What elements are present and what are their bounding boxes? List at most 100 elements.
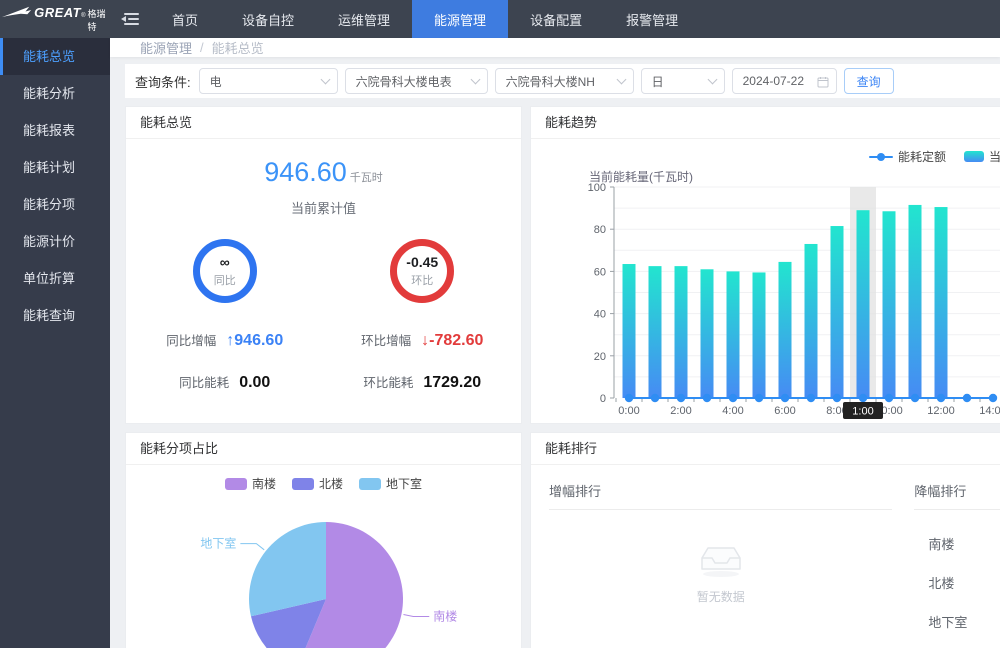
svg-text:80: 80 xyxy=(594,224,606,236)
ranking-card-title: 能耗排行 xyxy=(531,433,1000,465)
mom-energy-value: 1729.20 xyxy=(423,374,481,392)
sidebar-item-energy-overview[interactable]: 能耗总览 xyxy=(0,38,110,75)
overview-card-title: 能耗总览 xyxy=(126,107,521,139)
sidebar-item-energy-report[interactable]: 能耗报表 xyxy=(0,112,110,149)
chevron-down-icon xyxy=(616,75,626,85)
svg-text:0:00: 0:00 xyxy=(618,405,639,417)
legend-basement[interactable]: 地下室 xyxy=(359,475,422,492)
yoy-growth-label: 同比增幅 xyxy=(166,330,216,349)
cumulative-value: 946.60 xyxy=(264,157,347,187)
sidebar-item-energy-plan[interactable]: 能耗计划 xyxy=(0,149,110,186)
swatch-icon xyxy=(225,478,247,490)
yoy-growth-value: ↑946.60 xyxy=(226,332,283,350)
mom-energy-label: 环比能耗 xyxy=(363,372,413,391)
empty-text: 暂无数据 xyxy=(697,588,745,605)
nav-item-device-autocontrol[interactable]: 设备自控 xyxy=(220,0,316,38)
trend-bar-chart[interactable]: 0204060801000:002:004:006:008:0010:0012:… xyxy=(531,183,1000,431)
svg-text:20: 20 xyxy=(594,351,606,363)
svg-text:南楼: 南楼 xyxy=(433,609,457,624)
empty-state: 暂无数据 xyxy=(549,536,892,605)
nav-item-energy-management[interactable]: 能源管理 xyxy=(412,0,508,38)
chevron-down-icon xyxy=(707,75,717,85)
topbar: GREAT®格瑞特 首页 设备自控 运维管理 能源管理 设备配置 报警管理 xyxy=(0,0,1000,38)
yoy-ring: ∞ 同比 xyxy=(193,239,257,303)
meter-select[interactable]: 六院骨科大楼电表 xyxy=(345,68,488,94)
pie-legend: 南楼 北楼 地下室 xyxy=(126,465,521,492)
logo-chinese: 格瑞特 xyxy=(88,7,110,33)
period-select[interactable]: 日 xyxy=(641,68,725,94)
logo-great: GREAT xyxy=(34,5,81,20)
building-select[interactable]: 六院骨科大楼NH xyxy=(495,68,634,94)
mom-ring-value: -0.45 xyxy=(406,254,438,270)
yoy-ring-value: ∞ xyxy=(220,254,230,270)
svg-text:地下室: 地下室 xyxy=(200,536,236,551)
nav-item-alarm-management[interactable]: 报警管理 xyxy=(604,0,700,38)
increase-ranking-label: 增幅排行 xyxy=(549,473,892,509)
svg-text:1:00: 1:00 xyxy=(852,406,873,418)
energy-overview-card: 能耗总览 946.60千瓦时 当前累计值 ∞ 同比 xyxy=(125,106,522,424)
svg-text:40: 40 xyxy=(594,309,606,321)
cumulative-caption: 当前累计值 xyxy=(126,198,521,217)
mom-growth-value: ↓-782.60 xyxy=(421,332,483,350)
mom-ring: -0.45 环比 xyxy=(390,239,454,303)
energy-ranking-card: 能耗排行 增幅排行 xyxy=(530,432,1000,648)
increase-ranking-section: 增幅排行 暂无数据 xyxy=(531,465,892,641)
yoy-energy-value: 0.00 xyxy=(239,374,270,392)
down-arrow-icon: ↓ xyxy=(421,332,429,349)
decrease-ranking-label: 降幅排行 xyxy=(914,473,1000,509)
list-item[interactable]: 地下室 xyxy=(914,602,1000,641)
calendar-icon xyxy=(817,76,829,88)
breadcrumb-separator: / xyxy=(200,40,204,55)
list-item[interactable]: 南楼 xyxy=(914,524,1000,563)
decrease-ranking-section: 降幅排行 南楼 北楼 地下室 xyxy=(914,465,1000,641)
swatch-icon xyxy=(292,478,314,490)
legend-quota-line[interactable]: 能耗定额 xyxy=(869,148,946,165)
nav-item-device-config[interactable]: 设备配置 xyxy=(508,0,604,38)
date-picker[interactable]: 2024-07-22 xyxy=(732,68,837,94)
breadcrumb-parent[interactable]: 能源管理 xyxy=(140,38,192,57)
sidebar-item-energy-subitem[interactable]: 能耗分项 xyxy=(0,186,110,223)
svg-text:6:00: 6:00 xyxy=(774,405,795,417)
svg-text:4:00: 4:00 xyxy=(722,405,743,417)
brand-logo: GREAT®格瑞特 xyxy=(0,0,110,38)
energy-breakdown-card: 能耗分项占比 南楼 北楼 xyxy=(125,432,522,648)
logo-text: GREAT®格瑞特 xyxy=(34,5,110,33)
search-button[interactable]: 查询 xyxy=(844,68,894,94)
svg-text:100: 100 xyxy=(588,183,606,194)
query-condition-label: 查询条件: xyxy=(135,72,191,91)
svg-text:12:00: 12:00 xyxy=(927,405,955,417)
legend-south-label: 南楼 xyxy=(252,475,276,492)
query-bar: 查询条件: 电 六院骨科大楼电表 六院骨科大楼NH 日 2024-07-22 xyxy=(125,64,1000,98)
legend-basement-label: 地下室 xyxy=(386,475,422,492)
sidebar-fold-icon[interactable] xyxy=(110,0,150,38)
sidebar-item-unit-conversion[interactable]: 单位折算 xyxy=(0,260,110,297)
legend-current-bar[interactable]: 当前能耗 xyxy=(964,148,1000,165)
sidebar-item-energy-analysis[interactable]: 能耗分析 xyxy=(0,75,110,112)
logo-reg-mark: ® xyxy=(81,13,85,19)
sidebar-item-energy-pricing[interactable]: 能源计价 xyxy=(0,223,110,260)
empty-box-icon xyxy=(695,536,747,578)
breadcrumb-current: 能耗总览 xyxy=(212,38,264,57)
line-marker-icon xyxy=(869,156,893,158)
building-value: 六院骨科大楼NH xyxy=(506,73,595,90)
decrease-ranking-list: 南楼 北楼 地下室 xyxy=(914,524,1000,641)
svg-text:14:00: 14:00 xyxy=(979,405,1000,417)
sidebar-item-energy-query[interactable]: 能耗查询 xyxy=(0,297,110,334)
legend-current-label: 当前能耗 xyxy=(989,148,1000,165)
nav-item-ops-management[interactable]: 运维管理 xyxy=(316,0,412,38)
yoy-ring-label: 同比 xyxy=(214,272,236,288)
legend-north-building[interactable]: 北楼 xyxy=(292,475,343,492)
legend-south-building[interactable]: 南楼 xyxy=(225,475,276,492)
list-item[interactable]: 北楼 xyxy=(914,563,1000,602)
breakdown-pie-chart[interactable]: 南楼北楼地下室 xyxy=(126,515,523,648)
divider xyxy=(914,509,1000,510)
logo-flag-icon xyxy=(0,4,32,34)
energy-dashboard-page: GREAT®格瑞特 首页 设备自控 运维管理 能源管理 设备配置 报警管理 能耗… xyxy=(0,0,1000,648)
chevron-down-icon xyxy=(470,75,480,85)
period-value: 日 xyxy=(652,73,664,90)
bar-marker-icon xyxy=(964,151,984,162)
legend-north-label: 北楼 xyxy=(319,475,343,492)
breadcrumb: 能源管理 / 能耗总览 xyxy=(110,38,1000,57)
energy-type-select[interactable]: 电 xyxy=(199,68,338,94)
nav-item-home[interactable]: 首页 xyxy=(150,0,220,38)
